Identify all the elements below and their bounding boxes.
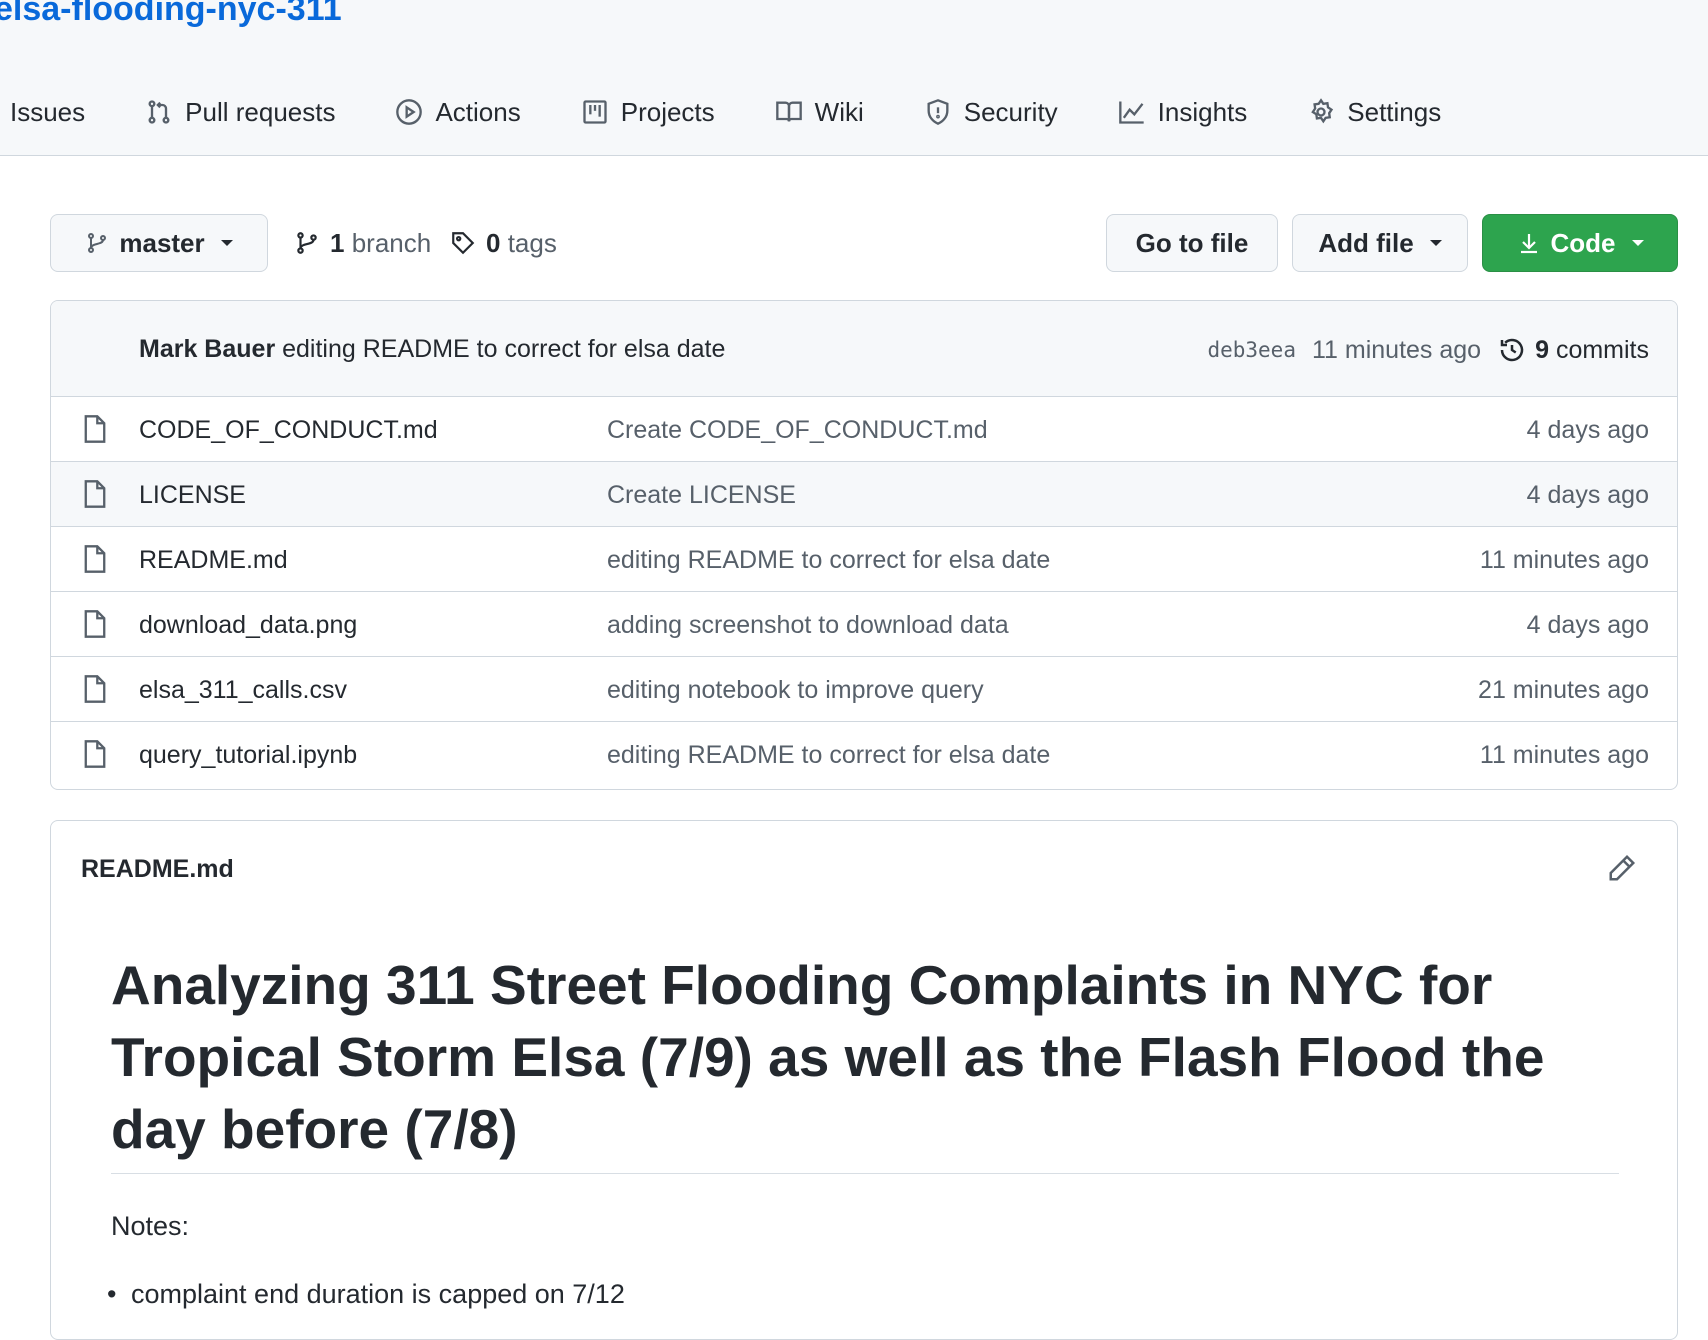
commit-message-link[interactable]: editing README to correct for elsa date	[282, 335, 725, 363]
file-name-link[interactable]: README.md	[139, 546, 288, 575]
branches-link[interactable]: 1 branch	[294, 214, 431, 272]
file-commit-age: 11 minutes ago	[1479, 741, 1649, 769]
file-icon	[84, 480, 106, 508]
shield-icon	[927, 99, 949, 125]
go-to-file-button[interactable]: Go to file	[1106, 214, 1278, 272]
tags-link[interactable]: 0 tags	[450, 214, 557, 272]
code-button[interactable]: Code	[1482, 214, 1678, 272]
branch-name: master	[119, 227, 205, 258]
tab-label: Projects	[620, 96, 715, 127]
repo-name-link[interactable]: elsa-flooding-nyc-311	[0, 0, 342, 29]
tab-wiki[interactable]: Wiki	[775, 97, 864, 128]
file-row: elsa_311_calls.csv editing notebook to i…	[51, 657, 1677, 722]
branch-label: branch	[351, 227, 432, 258]
file-row: CODE_OF_CONDUCT.md Create CODE_OF_CONDUC…	[51, 397, 1677, 462]
pull-request-icon	[148, 100, 170, 124]
file-commit-message-link[interactable]: editing notebook to improve query	[607, 676, 984, 705]
tab-label: Settings	[1347, 96, 1442, 127]
chevron-down-icon	[1631, 240, 1644, 246]
tab-security[interactable]: Security	[924, 97, 1058, 128]
latest-commit-meta: deb3eea 11 minutes ago 9 commits	[1207, 335, 1649, 365]
repo-header: elsa-flooding-nyc-311 Issues Pull reques…	[0, 0, 1708, 156]
tag-label: tags	[507, 227, 557, 258]
go-to-file-label: Go to file	[1135, 227, 1249, 258]
book-icon	[775, 101, 802, 122]
tab-insights[interactable]: Insights	[1118, 96, 1248, 128]
branch-select-button[interactable]: master	[50, 214, 268, 272]
tab-label: Actions	[435, 96, 521, 127]
file-icon	[84, 675, 106, 703]
readme-panel: README.md Analyzing 311 Street Flooding …	[50, 820, 1678, 1340]
readme-heading: Analyzing 311 Street Flooding Complaints…	[111, 954, 1545, 1160]
tab-label: Insights	[1157, 96, 1248, 127]
heading-divider	[111, 1173, 1619, 1174]
file-name-link[interactable]: query_tutorial.ipynb	[139, 741, 357, 770]
code-label: Code	[1550, 227, 1616, 258]
file-icon	[84, 415, 106, 443]
file-commit-message-link[interactable]: editing README to correct for elsa date	[607, 741, 1050, 770]
file-commit-age: 4 days ago	[1526, 611, 1649, 639]
readme-list-item: complaint end duration is capped on 7/12	[107, 1279, 625, 1310]
tab-settings[interactable]: Settings	[1307, 97, 1441, 128]
file-row: download_data.png adding screenshot to d…	[51, 592, 1677, 657]
file-commit-age: 4 days ago	[1526, 481, 1649, 509]
tab-label: Security	[963, 96, 1058, 127]
file-row: README.md editing README to correct for …	[51, 527, 1677, 592]
file-commit-message-link[interactable]: editing README to correct for elsa date	[607, 546, 1050, 575]
tab-label: Pull requests	[185, 96, 336, 127]
tag-icon	[452, 232, 475, 255]
graph-icon	[1118, 101, 1144, 124]
commit-count: 9	[1535, 335, 1549, 364]
tab-label: Issues	[10, 96, 86, 127]
latest-commit-summary: Mark Bauer editing README to correct for…	[139, 335, 725, 364]
download-icon	[1520, 234, 1537, 254]
file-commit-age: 4 days ago	[1526, 416, 1649, 444]
git-branch-icon	[88, 233, 107, 253]
file-name-link[interactable]: download_data.png	[139, 611, 357, 640]
commit-sha-link[interactable]: deb3eea	[1207, 338, 1296, 362]
tab-issues[interactable]: Issues	[10, 97, 85, 128]
file-name-link[interactable]: LICENSE	[139, 481, 246, 510]
edit-readme-button[interactable]	[1607, 853, 1637, 883]
add-file-button[interactable]: Add file	[1292, 214, 1468, 272]
latest-commit-bar: Mark Bauer editing README to correct for…	[51, 301, 1677, 397]
repo-tabs: Issues Pull requests Actions Projects Wi…	[10, 90, 1501, 134]
commit-label: commits	[1555, 335, 1649, 364]
git-branch-icon	[297, 232, 317, 254]
tab-projects[interactable]: Projects	[581, 97, 715, 128]
gear-icon	[1311, 98, 1334, 124]
file-commit-message-link[interactable]: Create LICENSE	[607, 481, 796, 510]
readme-notes-label: Notes:	[111, 1211, 190, 1241]
tab-pull-requests[interactable]: Pull requests	[145, 97, 335, 128]
tab-label: Wiki	[814, 96, 864, 127]
file-icon	[84, 610, 106, 638]
tab-actions[interactable]: Actions	[395, 96, 521, 128]
chevron-down-icon	[220, 240, 233, 246]
file-name-link[interactable]: CODE_OF_CONDUCT.md	[139, 416, 438, 445]
tag-count: 0	[486, 227, 501, 258]
project-board-icon	[583, 100, 607, 124]
file-list: Mark Bauer editing README to correct for…	[50, 300, 1678, 790]
file-row: query_tutorial.ipynb editing README to c…	[51, 722, 1677, 787]
file-commit-message-link[interactable]: adding screenshot to download data	[607, 611, 1009, 640]
pencil-icon	[1609, 854, 1636, 881]
history-icon	[1500, 338, 1524, 362]
commits-history-link[interactable]: 9 commits	[1497, 335, 1649, 365]
commit-author-link[interactable]: Mark Bauer	[139, 335, 275, 363]
file-commit-age: 21 minutes ago	[1478, 676, 1649, 704]
play-icon	[396, 99, 423, 125]
file-commit-message-link[interactable]: Create CODE_OF_CONDUCT.md	[607, 416, 988, 445]
file-row: LICENSE Create LICENSE 4 days ago	[51, 462, 1677, 527]
chevron-down-icon	[1429, 240, 1442, 246]
add-file-label: Add file	[1318, 227, 1414, 258]
file-name-link[interactable]: elsa_311_calls.csv	[139, 676, 347, 705]
file-icon	[84, 545, 106, 573]
file-commit-age: 11 minutes ago	[1479, 546, 1649, 574]
branch-count: 1	[330, 227, 345, 258]
readme-filename: README.md	[81, 855, 234, 883]
commit-age: 11 minutes ago	[1311, 335, 1482, 364]
file-icon	[84, 740, 106, 768]
file-navigation: master 1 branch 0 tags Go to file Add fi…	[50, 214, 1678, 272]
